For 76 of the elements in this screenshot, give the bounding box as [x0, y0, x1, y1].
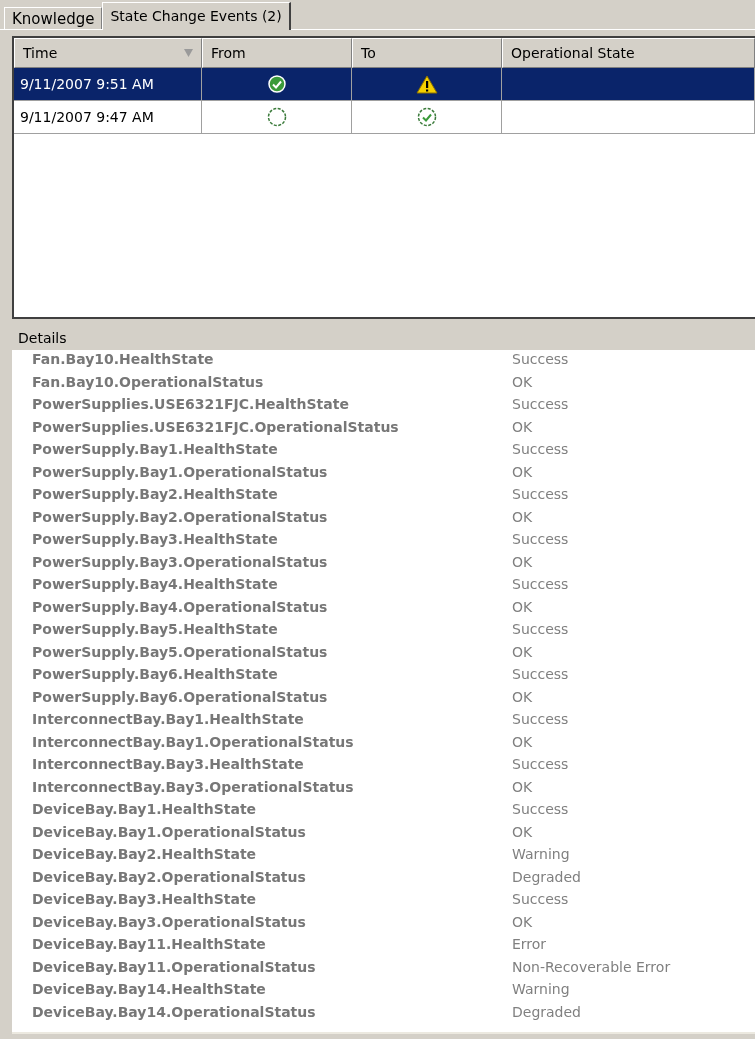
property-name: PowerSupplies.USE6321FJC.HealthState [32, 396, 349, 413]
property-name: DeviceBay.Bay11.HealthState [32, 936, 266, 953]
property-value: Success [512, 891, 569, 908]
property-value: OK [512, 823, 533, 840]
column-header[interactable]: From [202, 38, 352, 68]
property-value: OK [512, 508, 533, 525]
property-value: Success [512, 801, 569, 818]
property-name: DeviceBay.Bay1.HealthState [32, 801, 257, 818]
property-name: DeviceBay.Bay3.HealthState [32, 891, 257, 908]
property-name: PowerSupply.Bay6.OperationalStatus [32, 688, 328, 705]
property-value: Warning [512, 981, 570, 998]
property-name: DeviceBay.Bay1.OperationalStatus [32, 823, 306, 840]
property-value: Success [512, 351, 569, 368]
property-name: PowerSupply.Bay2.OperationalStatus [32, 508, 328, 525]
column-header[interactable]: To [352, 38, 502, 68]
property-name: PowerSupply.Bay4.HealthState [32, 576, 278, 593]
property-value: Non-Recoverable Error [512, 958, 671, 975]
table-cell: 9/11/2007 9:51 AM [14, 68, 202, 101]
property-name: DeviceBay.Bay2.HealthState [32, 846, 257, 863]
check-circle-icon [267, 75, 286, 93]
property-value: OK [512, 373, 533, 390]
property-value: Warning [512, 846, 570, 863]
property-name: PowerSupply.Bay3.HealthState [32, 531, 278, 548]
property-name: DeviceBay.Bay3.OperationalStatus [32, 913, 306, 930]
property-value: Success [512, 711, 569, 728]
property-value: OK [512, 733, 533, 750]
sort-icon [184, 49, 193, 57]
column-header[interactable]: Time [14, 38, 202, 68]
property-name: PowerSupply.Bay1.OperationalStatus [32, 463, 328, 480]
property-value: Success [512, 666, 569, 683]
property-name: InterconnectBay.Bay1.OperationalStatus [32, 733, 354, 750]
property-value: OK [512, 688, 533, 705]
property-value: Success [512, 621, 569, 638]
section-label: Details [17, 329, 67, 348]
property-value: OK [512, 643, 533, 660]
property-name: DeviceBay.Bay14.OperationalStatus [32, 1003, 316, 1020]
property-value: OK [512, 463, 533, 480]
table-cell: 9/11/2007 9:47 AM [14, 101, 202, 134]
property-value: Degraded [512, 1003, 581, 1020]
property-name: InterconnectBay.Bay3.OperationalStatus [32, 778, 354, 795]
check-circle-icon [416, 107, 437, 127]
property-value: Success [512, 576, 569, 593]
property-name: DeviceBay.Bay2.OperationalStatus [32, 868, 306, 885]
property-value: Success [512, 531, 569, 548]
property-name: PowerSupplies.USE6321FJC.OperationalStatus [32, 418, 399, 435]
tab[interactable]: Knowledge [4, 7, 103, 29]
property-name: Fan.Bay10.OperationalStatus [32, 373, 264, 390]
property-name: PowerSupply.Bay4.OperationalStatus [32, 598, 328, 615]
property-name: PowerSupply.Bay1.HealthState [32, 441, 278, 458]
property-name: DeviceBay.Bay11.OperationalStatus [32, 958, 316, 975]
property-name: PowerSupply.Bay5.OperationalStatus [32, 643, 328, 660]
tab[interactable]: State Change Events (2) [102, 2, 291, 30]
table-row[interactable]: 9/11/2007 9:47 AM [14, 101, 755, 134]
property-value: OK [512, 598, 533, 615]
property-name: PowerSupply.Bay5.HealthState [32, 621, 278, 638]
property-name: InterconnectBay.Bay3.HealthState [32, 756, 304, 773]
empty-circle-icon [266, 107, 287, 127]
property-value: Success [512, 441, 569, 458]
property-name: PowerSupply.Bay2.HealthState [32, 486, 278, 503]
property-value: Degraded [512, 868, 581, 885]
property-value: OK [512, 418, 533, 435]
property-value: OK [512, 913, 533, 930]
property-name: InterconnectBay.Bay1.HealthState [32, 711, 304, 728]
warning-icon [415, 74, 438, 94]
column-header[interactable]: Operational State [502, 38, 755, 68]
table-row[interactable]: 9/11/2007 9:51 AM [14, 68, 755, 101]
property-name: DeviceBay.Bay14.HealthState [32, 981, 266, 998]
property-value: Success [512, 486, 569, 503]
property-name: PowerSupply.Bay6.HealthState [32, 666, 278, 683]
property-value: Error [512, 936, 547, 953]
property-name: Fan.Bay10.HealthState [32, 351, 214, 368]
property-name: PowerSupply.Bay3.OperationalStatus [32, 553, 328, 570]
property-value: Success [512, 396, 569, 413]
property-value: Success [512, 756, 569, 773]
property-value: OK [512, 778, 533, 795]
property-value: OK [512, 553, 533, 570]
